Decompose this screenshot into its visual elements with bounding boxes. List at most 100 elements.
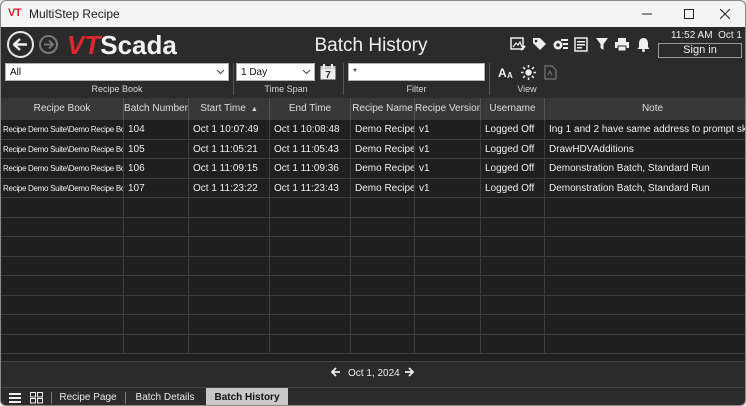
cell-username [481,198,545,217]
table-row[interactable]: Recipe Demo Suite\Demo Recipe Book 104 Oct… [1,120,745,140]
cell-end-time: Oct 1 11:09:36 [270,159,351,178]
cell-username: Logged Off [481,159,545,178]
cell-recipe-version: v1 [415,139,481,159]
time-span-select[interactable]: 1 Day [236,63,315,81]
tag-icon[interactable] [531,36,547,52]
recipe-book-select[interactable]: All [5,63,229,81]
minimize-button[interactable] [627,1,667,27]
cell-note [545,237,745,256]
cell-batch-number [124,334,189,354]
cell-recipe-version [415,295,481,315]
cell-username [481,256,545,276]
cell-recipe-name [351,198,415,217]
arrow-right-icon [43,40,54,49]
cell-end-time: Oct 1 10:08:48 [270,120,351,139]
cell-recipe-version [415,276,481,295]
cell-username: Logged Off [481,120,545,139]
image-edit-icon[interactable] [510,36,526,52]
previous-day-button[interactable] [330,366,341,381]
table-row[interactable]: Recipe Demo Suite\Demo Recipe Book 105 Oct… [1,139,745,159]
cell-start-time: Oct 1 11:09:15 [189,159,270,178]
forward-button[interactable] [39,35,58,54]
brightness-icon[interactable] [520,64,536,80]
cell-recipe-name: Demo Recipe [351,139,415,159]
alarm-bell-icon[interactable] [635,36,651,52]
cell-start-time [189,276,270,295]
tab-batch-history[interactable]: Batch History [206,388,288,405]
recipe-book-label: Recipe Book [91,84,143,94]
cell-recipe-book: Recipe Demo Suite\Demo Recipe Book [1,159,124,178]
cell-recipe-name [351,295,415,315]
cell-recipe-book [1,315,124,334]
cell-recipe-book [1,256,124,276]
column-header-note[interactable]: Note [545,98,745,120]
cell-username: Logged Off [481,139,545,159]
sign-in-button[interactable]: Sign in [658,43,742,58]
column-header-end-time[interactable]: End Time [270,98,351,120]
cell-recipe-book: Recipe Demo Suite\Demo Recipe Book [1,120,124,139]
cell-recipe-name [351,256,415,276]
column-header-recipe-name[interactable]: Recipe Name [351,98,415,120]
export-pdf-icon[interactable] [542,64,558,80]
clock-date: Oct 1 [718,30,742,41]
table-row [1,334,745,354]
cell-note: Demonstration Batch, Standard Run [545,179,745,198]
column-header-batch-number[interactable]: Batch Number [124,98,189,120]
recipe-book-value: All [10,67,22,78]
cell-batch-number: 105 [124,139,189,159]
cell-note [545,276,745,295]
font-size-icon[interactable]: AA [498,64,514,80]
cell-username [481,334,545,354]
column-header-username[interactable]: Username [481,98,545,120]
cell-start-time [189,334,270,354]
table-header: Recipe Book Batch Number Start Time ▲ End Ti… [1,98,745,120]
calendar-button[interactable]: 7 [319,63,337,81]
cell-note [545,335,745,354]
filter-icon[interactable] [594,36,610,52]
table-row[interactable]: Recipe Demo Suite\Demo Recipe Book 106 Oct… [1,159,745,179]
cell-start-time: Oct 1 10:07:49 [189,120,270,139]
grid-view-button[interactable] [27,388,45,405]
cell-recipe-version: v1 [415,159,481,178]
cell-recipe-version: v1 [415,178,481,198]
column-header-label: Username [489,103,536,114]
cell-recipe-book [1,295,124,315]
time-span-label: Time Span [264,84,308,94]
maximize-button[interactable] [669,1,709,27]
app-window: VT MultiStep Recipe VTScada Batch Histor… [0,0,746,406]
close-button[interactable] [705,1,745,27]
column-header-recipe-book[interactable]: Recipe Book [1,98,124,120]
table-row[interactable]: Recipe Demo Suite\Demo Recipe Book 107 Oct… [1,178,745,198]
cell-note [545,296,745,315]
tab-recipe-page[interactable]: Recipe Page [53,388,123,405]
cell-recipe-book [1,217,124,237]
settings-list-icon[interactable] [552,36,568,52]
cell-end-time: Oct 1 11:05:43 [270,139,351,159]
filter-input[interactable]: * [348,63,485,81]
cell-end-time [270,276,351,295]
calendar-icon: 7 [320,64,336,80]
table-row [1,295,745,315]
cell-recipe-version [415,198,481,217]
cell-start-time: Oct 1 11:05:21 [189,139,270,159]
column-header-label: Note [641,103,664,114]
next-day-button[interactable] [404,366,415,381]
clock: 11:52 AM Oct 1 [658,30,742,41]
cell-start-time [189,198,270,217]
svg-text:A: A [498,66,507,80]
cell-end-time [270,295,351,315]
print-icon[interactable] [614,36,630,52]
cell-end-time: Oct 1 11:23:43 [270,178,351,198]
back-button[interactable] [7,31,34,58]
cell-recipe-book [1,334,124,354]
arrow-left-icon [13,38,27,51]
column-header-recipe-version[interactable]: Recipe Version [415,98,481,120]
column-header-label: Batch Number [124,103,188,114]
column-header-label: Recipe Version [415,103,481,114]
close-icon [720,9,730,19]
menu-button[interactable] [7,388,23,405]
column-header-start-time[interactable]: Start Time ▲ [189,98,270,120]
tab-batch-details[interactable]: Batch Details [127,388,203,405]
report-icon[interactable] [573,36,589,52]
cell-batch-number [124,237,189,256]
